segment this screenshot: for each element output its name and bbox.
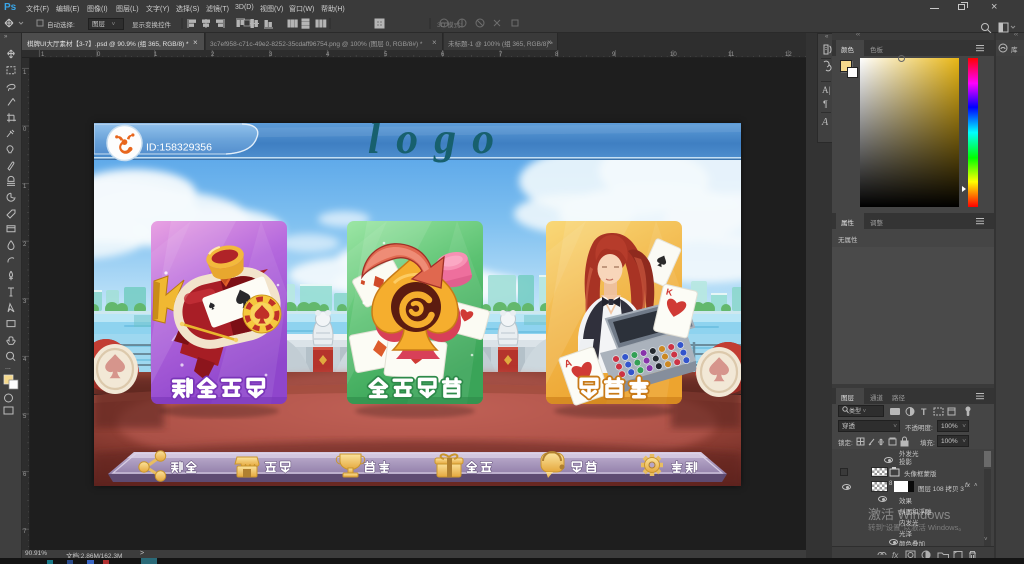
svg-text:T: T: [921, 407, 927, 417]
svg-text:...: ...: [5, 364, 11, 371]
svg-text:1: 1: [23, 70, 27, 76]
svg-text:A: A: [821, 117, 829, 128]
svg-text:¶: ¶: [823, 99, 828, 109]
svg-text:6: 6: [23, 472, 27, 478]
svg-text:2: 2: [23, 242, 27, 248]
svg-text:5: 5: [23, 414, 27, 420]
svg-text:logo: logo: [368, 123, 510, 163]
svg-text:ID:158329356: ID:158329356: [146, 142, 212, 154]
svg-text:4: 4: [23, 357, 27, 363]
svg-text:3: 3: [23, 299, 27, 305]
svg-text:A|: A|: [822, 85, 830, 95]
svg-text:7: 7: [23, 529, 27, 535]
svg-text:1: 1: [23, 184, 27, 190]
svg-text:0: 0: [23, 127, 27, 133]
